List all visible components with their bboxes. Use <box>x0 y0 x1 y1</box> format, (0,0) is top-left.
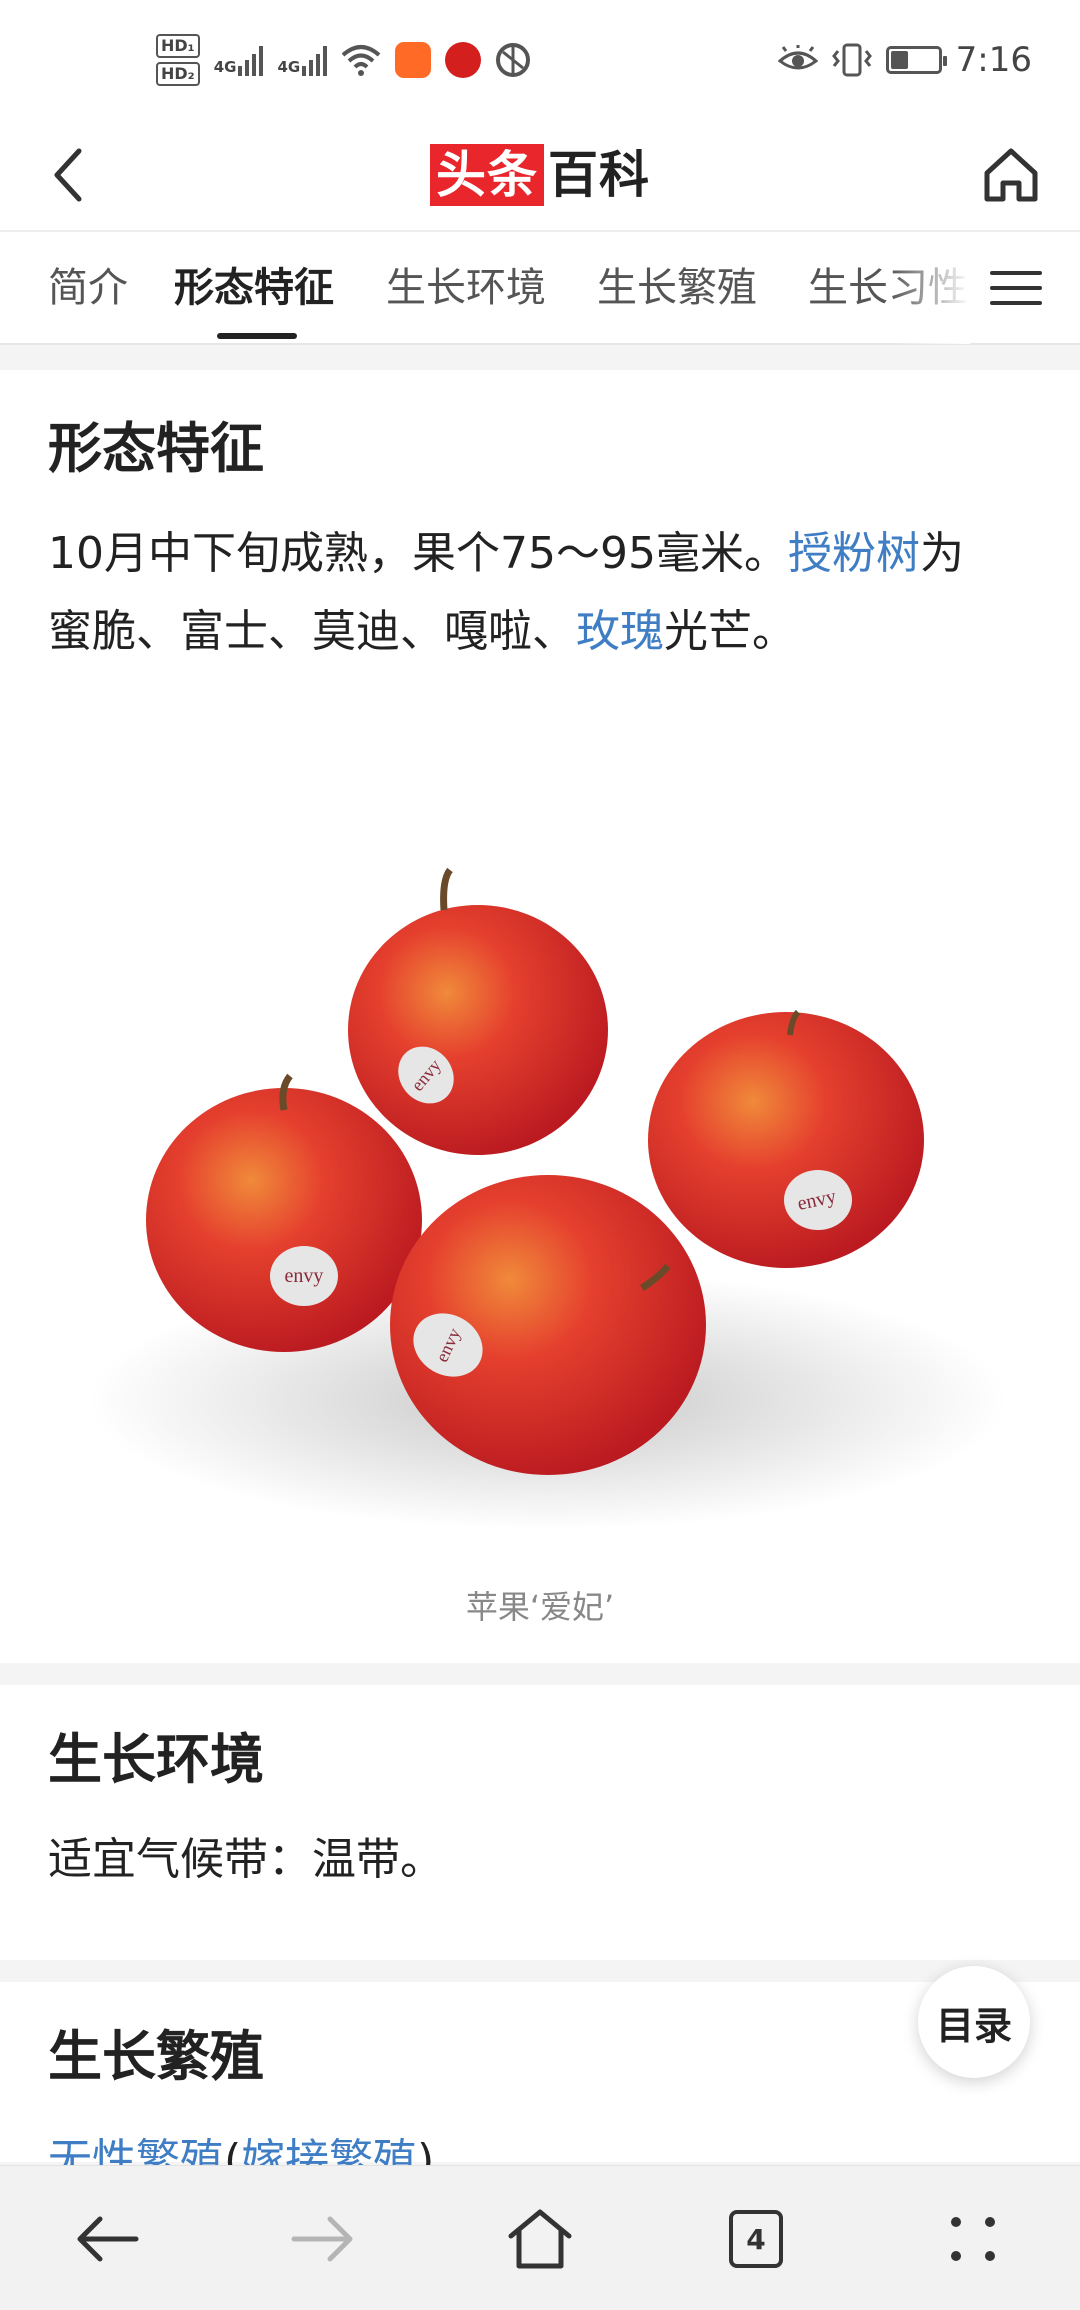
tab-environment[interactable]: 生长环境 <box>386 260 546 316</box>
nav-forward-button[interactable] <box>280 2196 366 2282</box>
hd2-badge: HD₂ <box>156 62 200 86</box>
apple-right: envy <box>648 1009 924 1268</box>
hd1-badge: HD₁ <box>156 34 200 58</box>
home-icon <box>508 2209 572 2269</box>
arrow-right-icon <box>291 2216 353 2262</box>
kuaishou-app-icon <box>395 42 432 78</box>
browser-app-icon <box>496 43 531 77</box>
tab-propagation[interactable]: 生长繁殖 <box>597 260 757 316</box>
section-propagation: 生长繁殖 无性繁殖(嫁接繁殖) <box>0 1982 1080 2186</box>
paragraph-line-2: 蜜脆、富士、莫迪、嘎啦、玫瑰光芒。 <box>48 593 1038 671</box>
arrow-left-icon <box>77 2216 139 2262</box>
image-caption: 苹果‘爱妃’ <box>465 1588 615 1626</box>
home-icon <box>984 148 1038 202</box>
link-rose[interactable]: 玫瑰 <box>576 606 664 657</box>
section-title-morphology: 形态特征 <box>48 417 264 480</box>
signal-1: 4G <box>214 44 264 76</box>
eye-comfort-icon <box>777 45 818 70</box>
text-span: 为 <box>919 528 964 579</box>
signal-bars-2-icon <box>302 44 328 76</box>
toutiao-baike-logo: 头条 百科 <box>430 144 650 206</box>
wifi-icon <box>341 45 381 76</box>
text-span: 光芒。 <box>664 606 796 657</box>
tab-intro[interactable]: 简介 <box>48 260 128 316</box>
hamburger-menu-icon[interactable] <box>990 262 1042 314</box>
link-pollinizer[interactable]: 授粉树 <box>788 528 920 579</box>
tab-morphology[interactable]: 形态特征 <box>174 260 334 316</box>
active-tab-indicator <box>217 333 297 339</box>
battery-level <box>890 51 909 69</box>
battery-icon <box>885 46 947 74</box>
nav-back-button[interactable] <box>64 2196 150 2282</box>
news-app-icon <box>445 42 482 78</box>
logo-red-part: 头条 <box>430 144 544 206</box>
hd-indicators: HD₁ HD₂ <box>156 34 200 86</box>
nav-more-button[interactable] <box>930 2196 1016 2282</box>
page: HD₁ HD₂ 4G 4G 7:16 头条 百科 简介 形态特征 生长环境 生长… <box>0 0 1080 2310</box>
environment-text: 适宜气候带：温带。 <box>48 1834 444 1885</box>
morphology-paragraph: 10月中下旬成熟，果个75～95毫米。授粉树为 蜜脆、富士、莫迪、嘎啦、玫瑰光芒… <box>48 515 1038 671</box>
sticker-text: envy <box>285 1265 324 1287</box>
signal-2: 4G <box>277 44 328 76</box>
text-span: 蜜脆、富士、莫迪、嘎啦、 <box>48 606 576 657</box>
net-type-2: 4G <box>277 58 301 76</box>
title-bar: 头条 百科 <box>0 120 1080 230</box>
home-button[interactable] <box>978 142 1044 208</box>
more-dots-icon <box>951 2217 995 2261</box>
section-tabs: 简介 形态特征 生长环境 生长繁殖 生长习性 <box>0 230 1080 345</box>
apple-left: envy <box>146 1073 422 1352</box>
status-bar: HD₁ HD₂ 4G 4G 7:16 <box>0 0 1080 120</box>
signal-bars-1-icon <box>238 44 264 76</box>
tab-count-badge: 4 <box>729 2210 783 2268</box>
section-environment: 生长环境 适宜气候带：温带。 <box>0 1685 1080 1960</box>
chevron-left-icon <box>54 148 82 202</box>
vibrate-icon <box>831 43 872 77</box>
toc-button[interactable]: 目录 <box>918 1966 1030 2078</box>
apple-back: envy <box>348 867 608 1155</box>
clock: 7:16 <box>955 40 1032 80</box>
net-type-1: 4G <box>213 58 237 76</box>
apple-front: envy <box>390 1175 706 1475</box>
paragraph-line-1: 10月中下旬成熟，果个75～95毫米。授粉树为 <box>48 515 1038 593</box>
status-left: HD₁ HD₂ 4G 4G <box>156 34 531 86</box>
section-morphology: 形态特征 10月中下旬成熟，果个75～95毫米。授粉树为 蜜脆、富士、莫迪、嘎啦… <box>0 370 1080 1663</box>
status-right: 7:16 <box>777 40 1032 80</box>
tabs-fade-overlay <box>890 232 970 344</box>
apple-photo[interactable]: envy envy envy envy <box>48 700 1032 1600</box>
logo-dark-part: 百科 <box>548 146 650 204</box>
back-button[interactable] <box>36 142 102 208</box>
section-title-environment: 生长环境 <box>48 1728 264 1791</box>
browser-bottom-nav: 4 <box>0 2165 1080 2310</box>
nav-home-button[interactable] <box>497 2196 583 2282</box>
text-span: 10月中下旬成熟，果个75～95毫米。 <box>48 528 788 579</box>
section-title-propagation: 生长繁殖 <box>48 2025 264 2088</box>
nav-tabs-button[interactable]: 4 <box>713 2196 799 2282</box>
